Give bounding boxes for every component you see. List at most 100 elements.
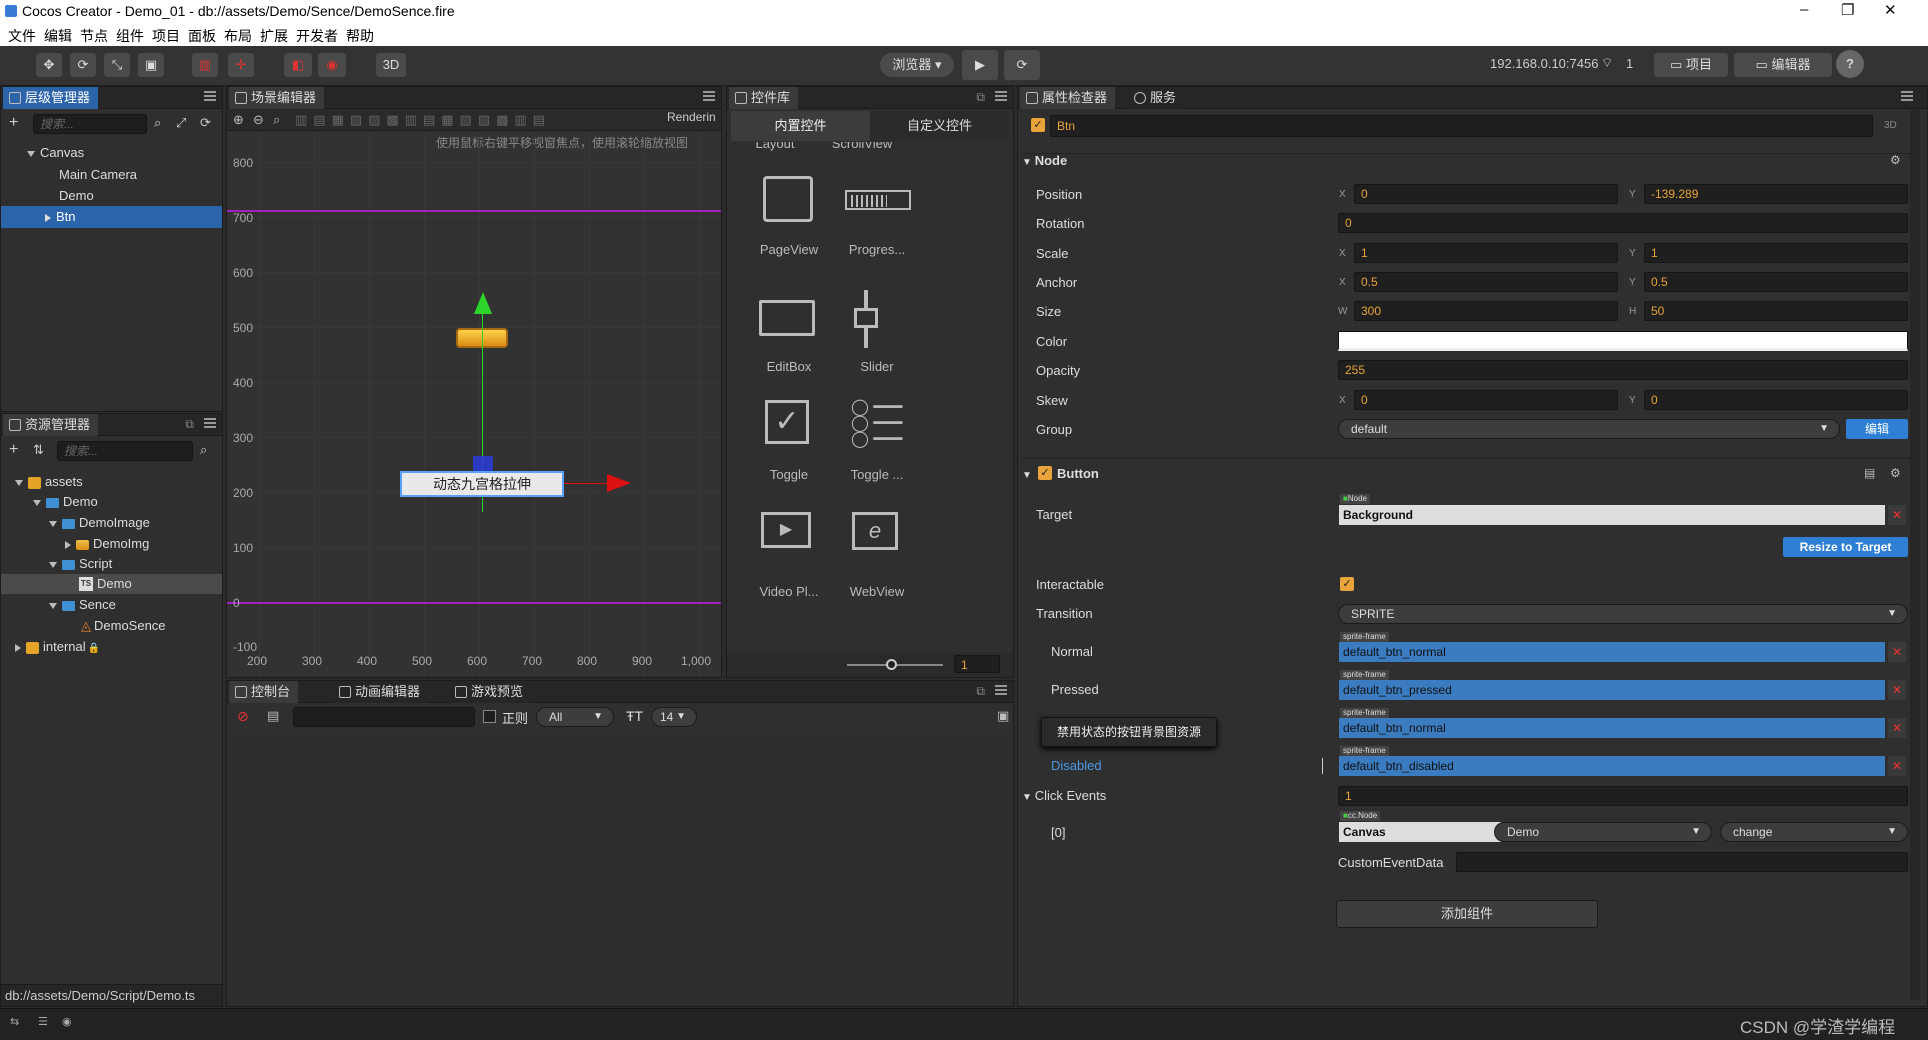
zoom-value-input[interactable]: 1 bbox=[954, 655, 1000, 673]
tab-hierarchy[interactable]: 层级管理器 bbox=[3, 87, 99, 109]
scale-y-input[interactable]: 1 bbox=[1644, 243, 1908, 263]
widget-togglegroup[interactable]: Toggle ... bbox=[832, 467, 922, 482]
rotation-input[interactable]: 0 bbox=[1338, 213, 1908, 233]
project-button[interactable]: ▭ 项目 bbox=[1654, 53, 1728, 77]
expand-icon[interactable] bbox=[33, 499, 41, 506]
skew-x-input[interactable]: 0 bbox=[1354, 390, 1618, 410]
widget-scrollview-label[interactable]: ScrollView bbox=[817, 142, 907, 151]
normal-sprite-field[interactable]: default_btn_normal bbox=[1339, 642, 1885, 662]
editor-button[interactable]: ▭ 编辑器 bbox=[1734, 53, 1832, 77]
settings-gear-icon[interactable]: ⚙ bbox=[1890, 466, 1901, 480]
scale-tool-button[interactable]: ⤡ bbox=[104, 53, 130, 77]
pressed-sprite-field[interactable]: default_btn_pressed bbox=[1339, 680, 1885, 700]
restore-button[interactable]: ❐ bbox=[1841, 1, 1854, 19]
widget-progressbar[interactable]: Progres... bbox=[832, 242, 922, 257]
widget-layout-label[interactable]: Layout bbox=[730, 142, 820, 151]
position-x-input[interactable]: 0 bbox=[1354, 184, 1618, 204]
widget-editbox[interactable]: EditBox bbox=[744, 359, 834, 374]
3d-toggle-button[interactable]: 3D bbox=[376, 53, 406, 77]
assets-search-input[interactable]: 搜索... bbox=[57, 441, 193, 461]
anchor-x-input[interactable]: 0.5 bbox=[1354, 272, 1618, 292]
add-node-button[interactable]: + bbox=[9, 114, 18, 132]
sync-icon[interactable]: ⇆ bbox=[10, 1015, 19, 1028]
widget-videoplayer[interactable]: Video Pl... bbox=[744, 584, 834, 599]
button-enabled-checkbox[interactable]: ✓ bbox=[1038, 466, 1052, 480]
clear-target-icon[interactable]: ✕ bbox=[1888, 505, 1906, 525]
scale-x-input[interactable]: 1 bbox=[1354, 243, 1618, 263]
search-icon[interactable]: ⌕ bbox=[154, 115, 161, 131]
popout-icon[interactable]: ⧉ bbox=[976, 684, 985, 699]
zoom-in-icon[interactable]: ⊕ bbox=[233, 112, 244, 128]
log-level-select[interactable]: All bbox=[536, 707, 614, 727]
asset-sence-folder[interactable]: Sence bbox=[49, 597, 116, 612]
tab-animation[interactable]: 动画编辑器 bbox=[333, 681, 429, 703]
button-section-header[interactable]: ▼ bbox=[1022, 466, 1032, 481]
node-section-header[interactable]: ▼ Node bbox=[1022, 153, 1067, 168]
disabled-sprite-field[interactable]: default_btn_disabled bbox=[1339, 756, 1885, 776]
clear-disabled-icon[interactable]: ✕ bbox=[1888, 756, 1906, 776]
search-icon[interactable]: ⌕ bbox=[200, 442, 207, 458]
event-target-field[interactable]: Canvas bbox=[1339, 822, 1501, 842]
menu-developer[interactable]: 开发者 bbox=[296, 26, 338, 46]
widget-webview[interactable]: WebView bbox=[832, 584, 922, 599]
panel-menu-icon[interactable] bbox=[995, 91, 1007, 101]
webview-icon[interactable]: e bbox=[852, 512, 898, 550]
click-events-count-input[interactable]: 1 bbox=[1338, 786, 1908, 806]
settings-gear-icon[interactable]: ⚙ bbox=[1890, 153, 1901, 167]
menu-panel[interactable]: 面板 bbox=[188, 26, 216, 46]
asset-demosence[interactable]: ◬ DemoSence bbox=[81, 618, 166, 634]
event-component-select[interactable]: Demo bbox=[1494, 822, 1712, 842]
tab-inspector[interactable]: 属性检查器 bbox=[1020, 87, 1116, 109]
interactable-checkbox[interactable]: ✓ bbox=[1340, 577, 1354, 591]
menu-edit[interactable]: 编辑 bbox=[44, 26, 72, 46]
menu-file[interactable]: 文件 bbox=[8, 26, 36, 46]
tab-custom-widgets[interactable]: 自定义控件 bbox=[870, 111, 1009, 141]
collapse-icon[interactable] bbox=[45, 213, 51, 222]
click-events-header[interactable]: ▼ Click Events bbox=[1022, 788, 1106, 803]
panel-menu-icon[interactable] bbox=[995, 685, 1007, 695]
tab-widgets[interactable]: 控件库 bbox=[729, 87, 799, 109]
tree-node-btn[interactable]: Btn bbox=[1, 206, 222, 228]
tab-game-preview[interactable]: 游戏预览 bbox=[449, 681, 532, 703]
tab-builtin-widgets[interactable]: 内置控件 bbox=[731, 111, 870, 141]
color-swatch[interactable] bbox=[1338, 331, 1908, 351]
rect-tool-button[interactable]: ▣ bbox=[138, 53, 164, 77]
refresh-button[interactable]: ⟳ bbox=[1004, 50, 1040, 80]
position-y-input[interactable]: -139.289 bbox=[1644, 184, 1908, 204]
widget-toggle[interactable]: Toggle bbox=[744, 467, 834, 482]
popout-icon[interactable]: ⧉ bbox=[976, 90, 985, 105]
help-button[interactable]: ? bbox=[1836, 50, 1864, 78]
tree-node-canvas[interactable]: Canvas bbox=[27, 145, 84, 160]
asset-assets[interactable]: assets bbox=[15, 474, 83, 489]
tab-service[interactable]: 服务 bbox=[1128, 87, 1185, 109]
node-name-input[interactable]: Btn bbox=[1050, 115, 1873, 137]
console-filter-input[interactable] bbox=[293, 707, 475, 727]
inspector-scrollbar[interactable] bbox=[1910, 110, 1920, 1000]
node-active-checkbox[interactable]: ✓ bbox=[1031, 118, 1045, 132]
close-button[interactable]: ✕ bbox=[1884, 1, 1897, 19]
help-doc-icon[interactable]: ▤ bbox=[1864, 466, 1875, 480]
asset-demo-script[interactable]: TS Demo bbox=[1, 574, 222, 594]
expand-icon[interactable] bbox=[49, 561, 57, 568]
collapse-icon[interactable] bbox=[65, 540, 71, 549]
rotate-tool-button[interactable]: ⟳ bbox=[70, 53, 96, 77]
expand-icon[interactable] bbox=[49, 602, 57, 609]
hierarchy-search-input[interactable]: 搜索... bbox=[33, 114, 147, 134]
global-button[interactable]: ◉ bbox=[318, 53, 346, 77]
create-asset-button[interactable]: + bbox=[9, 441, 18, 459]
asset-demoimg[interactable]: DemoImg bbox=[65, 536, 149, 551]
resize-to-target-button[interactable]: Resize to Target bbox=[1783, 537, 1908, 557]
widget-slider[interactable]: Slider bbox=[832, 359, 922, 374]
clear-normal-icon[interactable]: ✕ bbox=[1888, 642, 1906, 662]
clear-pressed-icon[interactable]: ✕ bbox=[1888, 680, 1906, 700]
minimize-button[interactable]: – bbox=[1800, 1, 1808, 18]
play-button[interactable]: ▶ bbox=[962, 50, 998, 80]
clear-console-icon[interactable]: ⊘ bbox=[237, 708, 249, 725]
3d-toggle[interactable]: 3D bbox=[1884, 120, 1897, 131]
collapse-icon[interactable] bbox=[15, 643, 21, 652]
panel-menu-icon[interactable] bbox=[204, 91, 216, 101]
y-arrow-icon[interactable] bbox=[474, 292, 492, 314]
expand-icon[interactable] bbox=[49, 520, 57, 527]
menu-help[interactable]: 帮助 bbox=[346, 26, 374, 46]
locate-icon[interactable]: ⤢ bbox=[176, 115, 186, 131]
